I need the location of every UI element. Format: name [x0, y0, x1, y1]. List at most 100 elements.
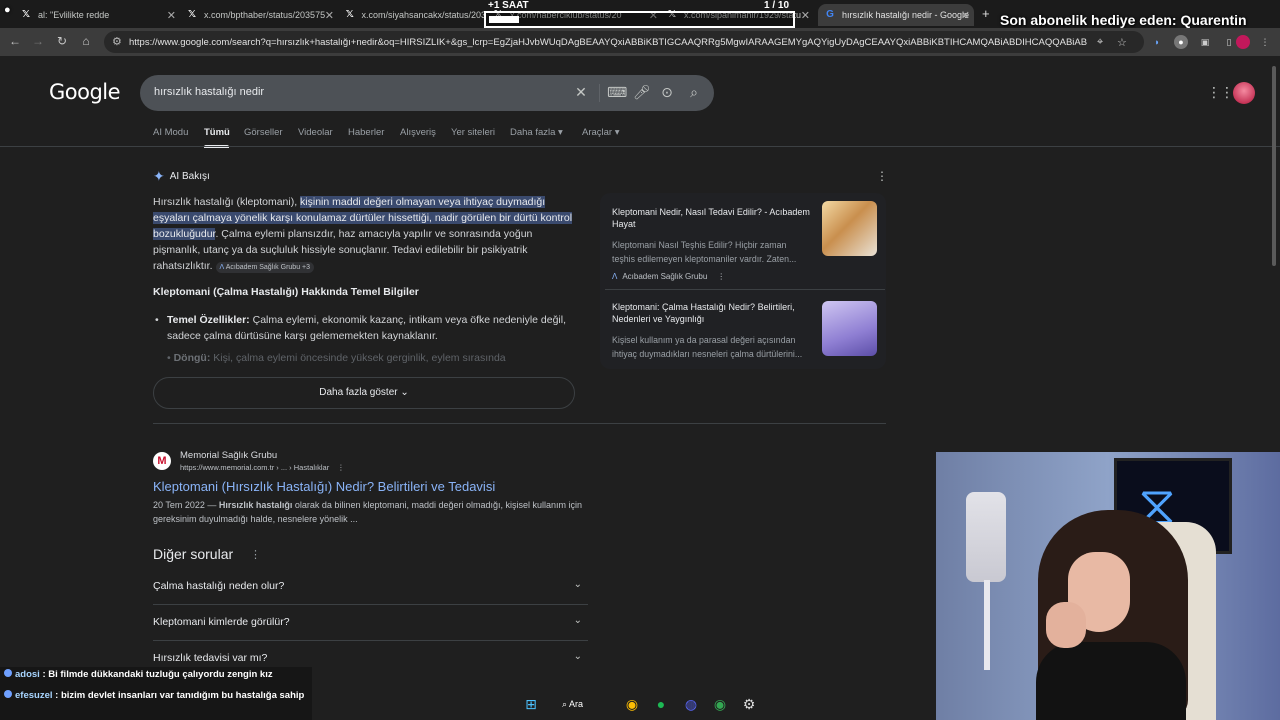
ai-overview-label: AI Bakışı — [169, 171, 210, 182]
reload-icon[interactable]: ↻ — [54, 34, 70, 48]
settings-icon[interactable]: ⚙ — [739, 694, 759, 714]
search-input[interactable]: hırsızlık hastalığı nedir — [154, 86, 264, 98]
faded-label: Döngü: — [173, 352, 211, 364]
x-icon: 𝕏 — [21, 9, 31, 20]
chrome-icon[interactable]: ◉ — [710, 694, 730, 714]
result-site-name[interactable]: Memorial Sağlık Grubu — [180, 450, 277, 461]
ai-overview-text: Hırsızlık hastalığı (kleptomani), kişini… — [153, 194, 578, 274]
chat-text: : Bi filmde dükkandaki tuzluğu çalıyordu… — [39, 669, 273, 680]
profile-extension-icon[interactable]: ● — [1174, 35, 1188, 49]
avatar[interactable] — [1236, 35, 1250, 49]
clear-icon[interactable]: ✕ — [573, 84, 589, 101]
bookmark-star-icon[interactable]: ☆ — [1117, 36, 1127, 49]
memorial-logo-icon: M — [153, 452, 171, 470]
divider — [605, 289, 885, 290]
search-icon[interactable]: ⌕ — [686, 84, 702, 101]
source-card-title[interactable]: Kleptomani: Çalma Hastalığı Nedir? Belir… — [612, 301, 810, 325]
show-more-button[interactable]: Daha fazla göster ⌄ — [153, 377, 575, 409]
search-tabs: AI Modu Tümü Görseller Videolar Haberler… — [0, 122, 1280, 148]
source-card[interactable]: Kleptomani: Çalma Hastalığı Nedir? Belir… — [612, 301, 878, 381]
paa-question[interactable]: Hırsızlık tedavisi var mı? ⌄ — [153, 641, 588, 664]
spotify-icon[interactable]: ● — [651, 694, 671, 714]
scrollbar-thumb[interactable] — [1272, 66, 1276, 266]
close-icon[interactable]: ✕ — [167, 9, 176, 22]
more-options-icon[interactable]: ⋮ — [717, 272, 725, 281]
tab-more[interactable]: Daha fazla ▾ — [510, 127, 563, 138]
google-icon: G — [826, 9, 834, 20]
back-icon[interactable]: ← — [7, 34, 23, 48]
ai-subheading: Kleptomani (Çalma Hastalığı) Hakkında Te… — [153, 286, 419, 298]
address-bar[interactable]: ⚙ https://www.google.com/search?q=hırsız… — [104, 31, 1144, 53]
paa-question-text: Çalma hastalığı neden olur? — [153, 580, 285, 592]
keyboard-icon[interactable]: ⌨ — [607, 84, 627, 101]
chrome-icon[interactable]: ◉ — [622, 694, 642, 714]
paa-question[interactable]: Çalma hastalığı neden olur? ⌄ — [153, 569, 588, 605]
google-logo[interactable]: Google — [49, 80, 121, 104]
tab-title: x.com/bpthaber/status/203575 — [204, 10, 326, 20]
close-icon[interactable]: ✕ — [961, 9, 970, 22]
result-title-link[interactable]: Kleptomani (Hırsızlık Hastalığı) Nedir? … — [153, 479, 495, 494]
tab-places[interactable]: Yer siteleri — [451, 127, 495, 138]
mic-icon[interactable]: 🎤︎ — [633, 84, 651, 101]
tab-tools[interactable]: Araçlar ▾ — [582, 127, 620, 138]
new-tab-button[interactable]: + — [982, 6, 990, 21]
tab-3[interactable]: 𝕏 x.com/siyahsancakx/status/203 — [344, 4, 486, 26]
webcam-overlay: ⧖ — [936, 452, 1280, 720]
ai-text-intro: Hırsızlık hastalığı (kleptomani), — [153, 196, 301, 208]
show-more-label: Daha fazla göster — [319, 387, 398, 398]
source-thumbnail — [822, 301, 877, 356]
result-url[interactable]: https://www.memorial.com.tr › ... › Hast… — [180, 463, 345, 472]
tab-shopping[interactable]: Alışveriş — [400, 127, 436, 138]
tab-title: x.com/siyahsancakx/status/203 — [361, 10, 486, 20]
source-card[interactable]: Kleptomani Nedir, Nasıl Tedavi Edilir? -… — [612, 201, 878, 286]
x-icon: 𝕏 — [187, 9, 197, 20]
user-badge-icon — [4, 669, 12, 677]
paa-question[interactable]: Kleptomani kimlerde görülür? ⌄ — [153, 605, 588, 641]
avatar[interactable] — [1233, 82, 1255, 104]
stream-goal-counter: 1 / 10 — [764, 0, 790, 11]
divider — [0, 146, 1280, 147]
search-box[interactable]: hırsızlık hastalığı nedir ✕ ⌨ 🎤︎ ⊙ ⌕ — [140, 75, 714, 111]
tab-news[interactable]: Haberler — [348, 127, 384, 138]
stream-goal-bar — [484, 11, 795, 28]
more-options-icon[interactable]: ⋮ — [250, 548, 261, 561]
menu-dots-icon[interactable]: ⋮ — [1258, 35, 1272, 49]
taskbar-search[interactable]: ⌕ Ara — [562, 695, 602, 713]
windows-icon[interactable]: ⊞ — [521, 694, 541, 714]
source-card-title[interactable]: Kleptomani Nedir, Nasıl Tedavi Edilir? -… — [612, 206, 810, 230]
tab-1[interactable]: 𝕏 al: "Evlilikte redde ✕ — [20, 4, 180, 26]
result-snippet: 20 Tem 2022 — Hırsızlık hastalığı olarak… — [153, 498, 593, 526]
chevron-down-icon[interactable]: ⌄ — [574, 615, 582, 626]
tab-google-active[interactable]: G hırsızlık hastalığı nedir - Google ✕ — [818, 4, 974, 26]
snippet-bold: Hırsızlık hastalığı — [218, 500, 293, 510]
forward-icon[interactable]: → — [30, 34, 46, 48]
sidepanel-icon[interactable]: ▯ — [1222, 35, 1236, 49]
tab-ai-mode[interactable]: AI Modu — [153, 127, 188, 138]
tab-all[interactable]: Tümü — [204, 127, 230, 138]
faded-text: Kişi, çalma eylemi öncesinde yüksek gerg… — [210, 352, 506, 364]
extension-icon[interactable]: ◗ — [1150, 35, 1164, 49]
streamer-hand — [1046, 602, 1086, 648]
more-options-icon[interactable]: ⋮ — [876, 169, 888, 183]
browser-toolbar: ← → ↻ ⌂ ⚙ https://www.google.com/search?… — [0, 28, 1280, 56]
chevron-down-icon[interactable]: ⌄ — [574, 651, 582, 662]
x-icon: 𝕏 — [345, 9, 354, 20]
url-text[interactable]: https://www.google.com/search?q=hırsızlı… — [129, 37, 1087, 48]
tab-2[interactable]: 𝕏 x.com/bpthaber/status/203575 ✕ — [186, 4, 338, 26]
discord-icon[interactable]: ◍ — [681, 694, 701, 714]
tab-images[interactable]: Görseller — [244, 127, 283, 138]
tab-videos[interactable]: Videolar — [298, 127, 333, 138]
chevron-down-icon[interactable]: ⌄ — [574, 579, 582, 590]
sparkle-icon: ✦ — [153, 168, 165, 184]
close-icon[interactable]: ✕ — [801, 9, 810, 22]
citation-chip[interactable]: Λ Acıbadem Sağlık Grubu +3 — [215, 262, 315, 273]
more-options-icon[interactable]: ⋮ — [337, 463, 345, 472]
location-icon[interactable]: ⌖ — [1097, 36, 1103, 49]
source-card-desc: Kleptomani Nasıl Teşhis Edilir? Hiçbir z… — [612, 240, 797, 264]
close-icon[interactable]: ✕ — [325, 9, 334, 22]
site-info-icon[interactable]: ⚙ — [112, 35, 122, 48]
extensions-puzzle-icon[interactable]: ▣ — [1198, 35, 1212, 49]
ai-bullet: Temel Özellikler: Çalma eylemi, ekonomik… — [155, 312, 585, 344]
home-icon[interactable]: ⌂ — [78, 34, 94, 48]
lens-icon[interactable]: ⊙ — [659, 84, 675, 101]
